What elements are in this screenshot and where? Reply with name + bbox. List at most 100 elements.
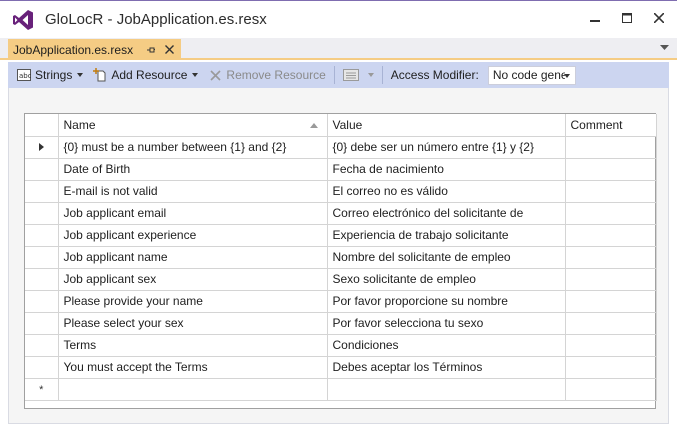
cell-name[interactable]: Job applicant email: [58, 202, 328, 225]
cell-value[interactable]: {0} debe ser un número entre {1} y {2}: [327, 136, 566, 159]
maximize-icon: [622, 13, 632, 23]
access-modifier-label: Access Modifier:: [390, 68, 479, 82]
add-resource-button[interactable]: Add Resource: [90, 64, 201, 86]
grid-view-icon: [342, 68, 359, 82]
remove-icon: [208, 68, 222, 82]
views-dropdown-button[interactable]: [340, 64, 377, 86]
cell-comment[interactable]: [565, 158, 657, 181]
cell-comment[interactable]: [565, 290, 657, 313]
tab-close-icon[interactable]: [163, 44, 175, 56]
grid-corner-cell[interactable]: [25, 114, 59, 137]
cell-value[interactable]: Fecha de nacimiento: [327, 158, 566, 181]
cell-value[interactable]: El correo no es válido: [327, 180, 566, 203]
cell-comment[interactable]: [565, 334, 657, 357]
cell-comment[interactable]: [565, 180, 657, 203]
cell-name[interactable]: Terms: [58, 334, 328, 357]
column-header-name[interactable]: Name: [58, 114, 328, 137]
cell-name[interactable]: E-mail is not valid: [58, 180, 328, 203]
column-header-comment[interactable]: Comment: [565, 114, 657, 137]
close-window-button[interactable]: [644, 7, 674, 29]
table-row[interactable]: Job applicant email Correo electrónico de…: [25, 202, 657, 225]
cell-name[interactable]: {0} must be a number between {1} and {2}: [58, 136, 328, 159]
strings-icon: abc: [17, 68, 31, 82]
new-cell-value[interactable]: [327, 378, 566, 401]
table-row[interactable]: Terms Condiciones: [25, 334, 657, 357]
new-cell-name[interactable]: [58, 378, 328, 401]
row-header[interactable]: [25, 290, 59, 313]
close-icon: [654, 13, 664, 23]
chevron-down-icon: [77, 73, 84, 77]
cell-comment[interactable]: [565, 136, 657, 159]
row-header[interactable]: [25, 136, 59, 159]
cell-comment[interactable]: [565, 246, 657, 269]
toolbar-separator: [381, 66, 383, 84]
document-tab-label: JobApplication.es.resx: [13, 42, 134, 57]
cell-comment[interactable]: [565, 224, 657, 247]
access-modifier-value: No code generation: [492, 68, 565, 82]
pin-icon[interactable]: [145, 44, 157, 56]
chevron-down-icon: [563, 73, 570, 78]
row-header[interactable]: [25, 312, 59, 335]
table-row[interactable]: E-mail is not valid El correo no es válid…: [25, 180, 657, 203]
cell-value[interactable]: Debes aceptar los Términos: [327, 356, 566, 379]
minimize-icon: [590, 20, 600, 22]
table-row[interactable]: {0} must be a number between {1} and {2}…: [25, 136, 657, 159]
tab-dropdown-icon[interactable]: [660, 45, 669, 51]
resource-toolbar: abc Strings Add Resource Remove Resource…: [8, 62, 669, 88]
grid-header-row: Name Value Comment: [25, 114, 657, 137]
cell-name[interactable]: Date of Birth: [58, 158, 328, 181]
minimize-button[interactable]: [580, 7, 610, 29]
new-row-marker: *: [25, 378, 59, 401]
table-row[interactable]: You must accept the Terms Debes aceptar l…: [25, 356, 657, 379]
sort-ascending-icon: [309, 122, 318, 128]
strings-dropdown-button[interactable]: abc Strings: [14, 64, 86, 86]
access-modifier-select[interactable]: No code generation: [487, 65, 576, 85]
table-row[interactable]: Job applicant sex Sexo solicitante de emp…: [25, 268, 657, 291]
row-header[interactable]: [25, 356, 59, 379]
cell-value[interactable]: Por favor proporcione su nombre: [327, 290, 566, 313]
row-header[interactable]: [25, 268, 59, 291]
cell-name[interactable]: Please provide your name: [58, 290, 328, 313]
toolbar-separator: [333, 66, 335, 84]
cell-value[interactable]: Nombre del solicitante de empleo: [327, 246, 566, 269]
cell-name[interactable]: Please select your sex: [58, 312, 328, 335]
cell-comment[interactable]: [565, 356, 657, 379]
add-resource-icon: [93, 68, 107, 82]
cell-value[interactable]: Sexo solicitante de empleo: [327, 268, 566, 291]
add-resource-label: Add Resource: [111, 68, 188, 82]
svg-text:abc: abc: [19, 72, 31, 80]
row-header[interactable]: [25, 224, 59, 247]
cell-name[interactable]: Job applicant sex: [58, 268, 328, 291]
document-tab-strip: JobApplication.es.resx: [0, 38, 677, 60]
table-row[interactable]: Date of Birth Fecha de nacimiento: [25, 158, 657, 181]
column-header-value[interactable]: Value: [327, 114, 566, 137]
table-row[interactable]: Job applicant experience Experiencia de t…: [25, 224, 657, 247]
cell-comment[interactable]: [565, 312, 657, 335]
table-row[interactable]: Job applicant name Nombre del solicitante…: [25, 246, 657, 269]
row-header[interactable]: [25, 158, 59, 181]
new-cell-comment[interactable]: [565, 378, 657, 401]
cell-name[interactable]: Job applicant experience: [58, 224, 328, 247]
cell-value[interactable]: Condiciones: [327, 334, 566, 357]
row-header[interactable]: [25, 202, 59, 225]
table-row[interactable]: Please select your sex Por favor seleccio…: [25, 312, 657, 335]
row-header[interactable]: [25, 246, 59, 269]
maximize-button[interactable]: [612, 7, 642, 29]
table-row[interactable]: Please provide your name Por favor propor…: [25, 290, 657, 313]
row-header[interactable]: [25, 334, 59, 357]
new-row[interactable]: *: [25, 378, 657, 401]
cell-name[interactable]: You must accept the Terms: [58, 356, 328, 379]
cell-value[interactable]: Por favor selecciona tu sexo: [327, 312, 566, 335]
cell-value[interactable]: Correo electrónico del solicitante de: [327, 202, 566, 225]
chevron-down-icon: [192, 73, 199, 77]
document-tab[interactable]: JobApplication.es.resx: [8, 39, 182, 60]
cell-value[interactable]: Experiencia de trabajo solicitante: [327, 224, 566, 247]
resource-grid: Name Value Comment {0} must be a number …: [24, 113, 657, 409]
row-header[interactable]: [25, 180, 59, 203]
cell-name[interactable]: Job applicant name: [58, 246, 328, 269]
cell-comment[interactable]: [565, 202, 657, 225]
remove-resource-label: Remove Resource: [226, 68, 326, 82]
remove-resource-button[interactable]: Remove Resource: [205, 64, 328, 86]
cell-comment[interactable]: [565, 268, 657, 291]
visual-studio-logo-icon: [13, 10, 33, 30]
